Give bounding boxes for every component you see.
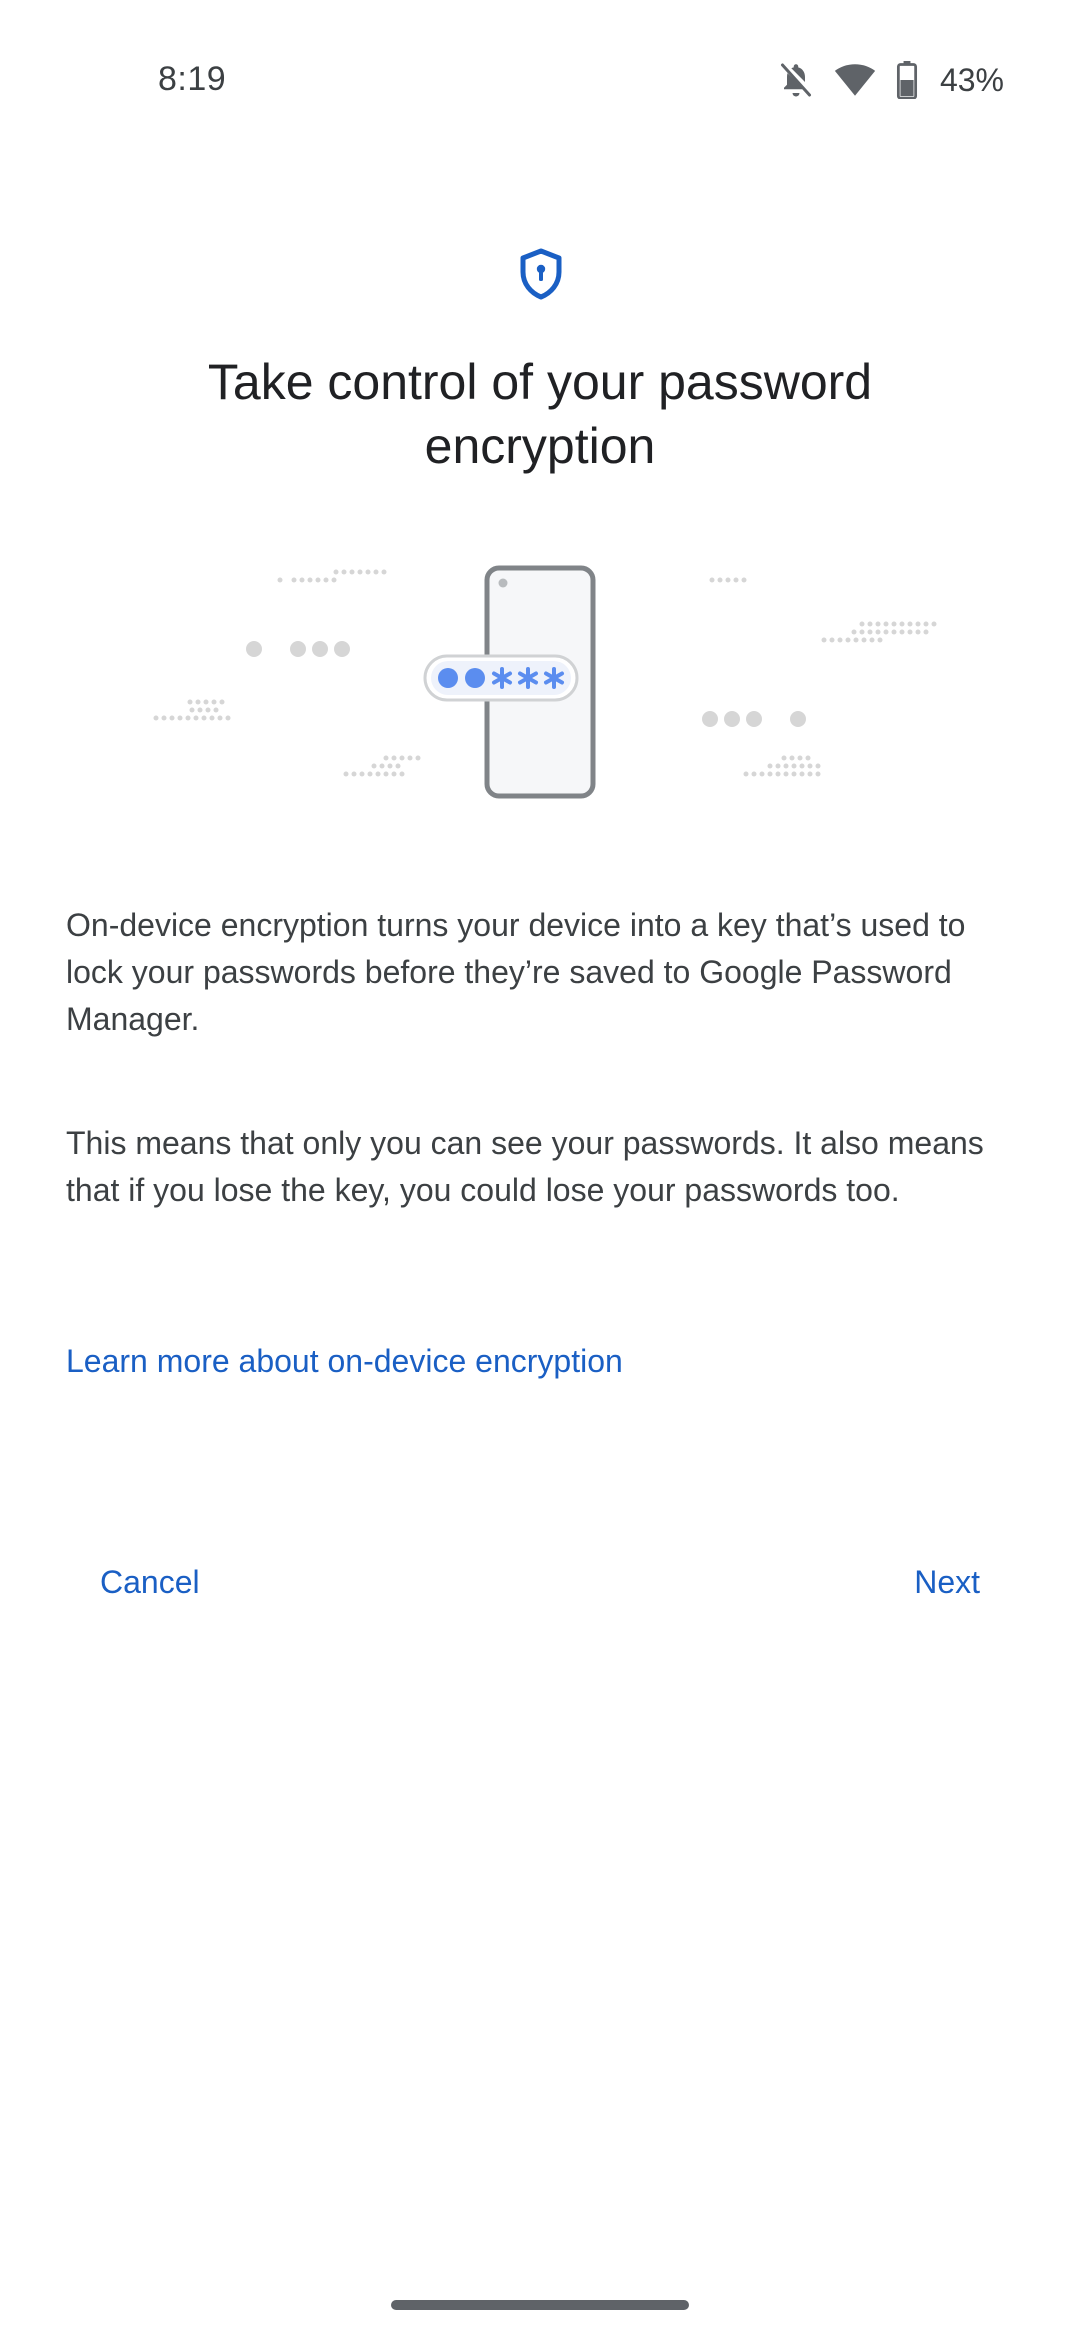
- cancel-button[interactable]: Cancel: [66, 1552, 234, 1612]
- encryption-intro-screen: 8:19 43% Take control of your password e…: [0, 0, 1080, 2340]
- next-button[interactable]: Next: [880, 1552, 1014, 1612]
- status-icons: 43%: [778, 58, 1004, 102]
- wifi-icon: [834, 62, 876, 98]
- page-title: Take control of your password encryption: [207, 354, 873, 474]
- notifications-off-icon: [778, 60, 814, 100]
- battery-icon: [896, 61, 918, 99]
- status-bar: 8:19 43%: [0, 0, 1080, 160]
- description-paragraph-2: This means that only you can see your pa…: [66, 1125, 984, 1208]
- battery-percentage: 43%: [939, 61, 1004, 98]
- shield-keyhole-icon: [518, 248, 564, 300]
- description-paragraph-1: On-device encryption turns your device i…: [66, 907, 966, 1037]
- status-time: 8:19: [158, 60, 227, 98]
- home-gesture-bar[interactable]: [391, 2300, 689, 2310]
- learn-more-link[interactable]: Learn more about on-device encryption: [66, 1338, 623, 1385]
- encryption-illustration: [140, 550, 940, 810]
